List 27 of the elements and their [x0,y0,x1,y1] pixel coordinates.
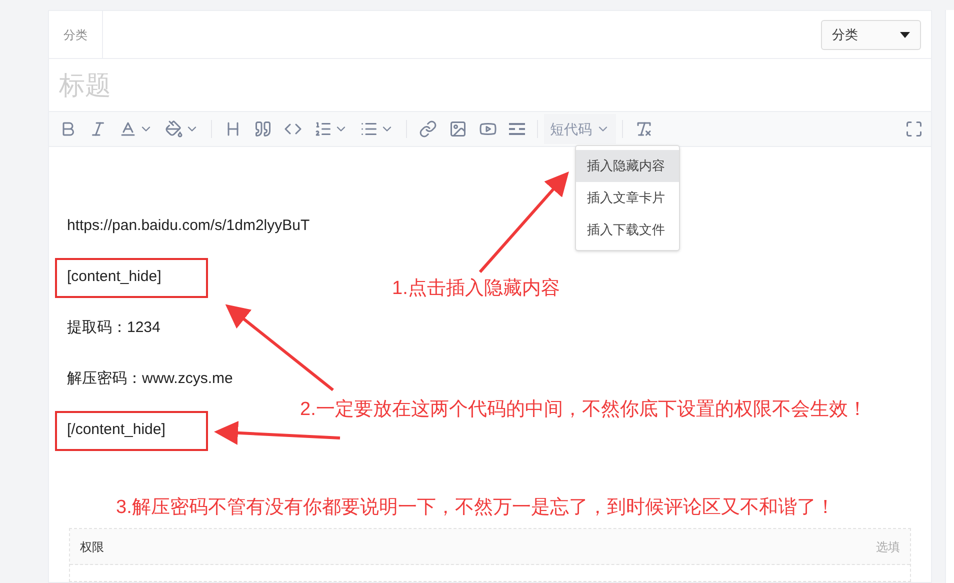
clear-format-icon [635,120,653,138]
menu-item[interactable]: 插入下载文件 [576,214,679,246]
text-color-icon [119,120,137,138]
italic-icon [89,120,107,138]
category-select[interactable]: 分类 [821,20,921,50]
ordered-list-icon [314,120,332,138]
category-label: 分类 [49,11,103,58]
content-line: 提取码：1234 [67,318,160,338]
content-line: https://pan.baidu.com/s/1dm2lyyBuT [67,216,310,236]
horizontal-rule-icon [509,123,525,135]
link-icon [419,120,437,138]
menu-item[interactable]: 插入文章卡片 [576,182,679,214]
optional-hint: 选填 [876,538,900,556]
paint-bucket-icon [165,120,183,138]
bullet-list-icon [360,120,378,138]
annotation-text: 2.一定要放在这两个代码的中间，不然你底下设置的权限不会生效！ [300,398,867,422]
menu-item[interactable]: 插入隐藏内容 [576,150,679,182]
video-icon [479,120,497,138]
fullscreen-button[interactable] [905,120,923,138]
annotation-text: 3.解压密码不管有没有你都要说明一下，不然万一是忘了，到时候评论区又不和谐了！ [116,496,835,520]
dropdown-triangle-icon [900,32,910,38]
image-icon [449,120,467,138]
permission-label: 权限 [80,538,104,556]
annotation-text: 1.点击插入隐藏内容 [392,277,560,301]
content-line: 解压密码：www.zcys.me [67,369,233,390]
quote-icon [254,120,272,138]
fullscreen-icon [905,120,923,138]
